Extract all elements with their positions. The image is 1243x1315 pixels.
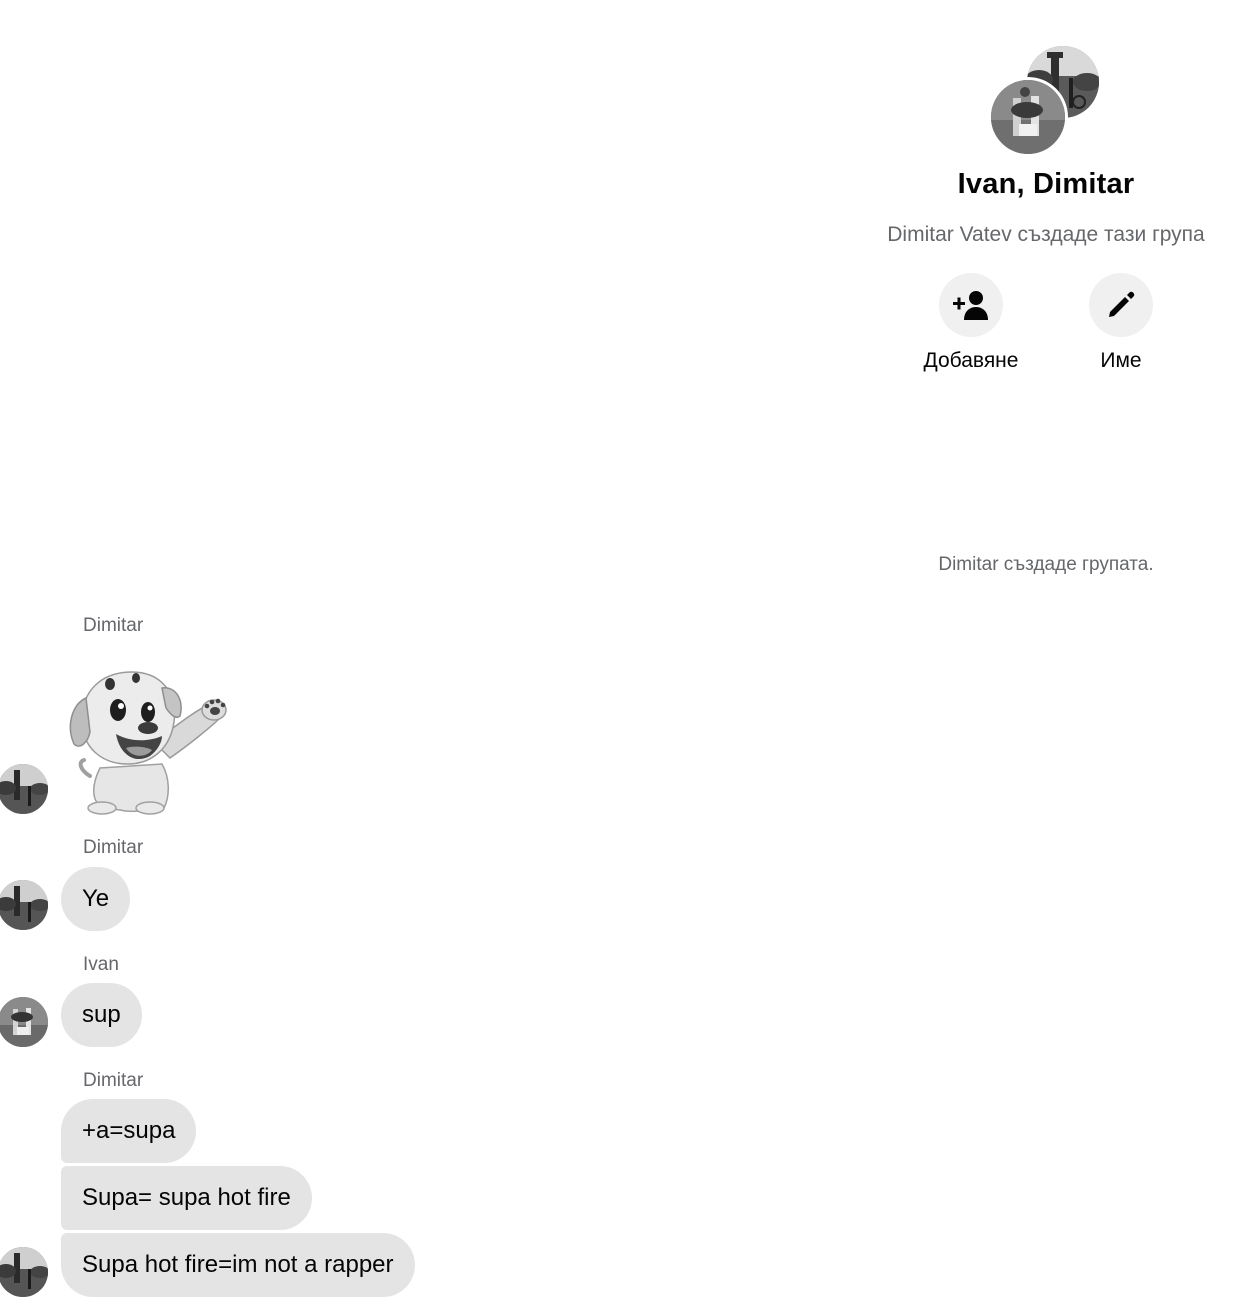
ivan-avatar[interactable] bbox=[0, 997, 48, 1047]
message-bubble[interactable]: Supa hot fire=im not a rapper bbox=[61, 1233, 415, 1297]
dimitar-avatar[interactable] bbox=[0, 1247, 48, 1297]
sender-name: Ivan bbox=[83, 954, 119, 975]
sender-name: Dimitar bbox=[83, 1070, 144, 1091]
sender-name: Dimitar bbox=[83, 615, 144, 636]
chat-window: Ivan, Dimitar Dimitar Vatev създаде тази… bbox=[0, 0, 1243, 1315]
message-bubble[interactable]: Ye bbox=[61, 867, 131, 931]
message-bubble[interactable]: Supa= supa hot fire bbox=[61, 1166, 312, 1230]
group-header: Ivan, Dimitar Dimitar Vatev създаде тази… bbox=[846, 40, 1243, 373]
message-bubble[interactable]: +a=supa bbox=[61, 1099, 197, 1163]
add-people-button[interactable]: Добавяне bbox=[916, 273, 1026, 373]
ivan-avatar bbox=[991, 80, 1065, 154]
group-actions: Добавяне Име bbox=[846, 273, 1243, 373]
group-created-notice: Dimitar създаде групата. bbox=[938, 554, 1154, 575]
dimitar-avatar[interactable] bbox=[0, 764, 48, 814]
rename-group-button[interactable]: Име bbox=[1066, 273, 1176, 373]
sender-name: Dimitar bbox=[83, 837, 144, 858]
add-person-icon bbox=[939, 273, 1003, 337]
group-created-by-text: Dimitar Vatev създаде тази група bbox=[887, 223, 1205, 246]
message-bubble[interactable]: sup bbox=[61, 983, 142, 1047]
rename-group-label: Име bbox=[1100, 349, 1142, 372]
pencil-icon bbox=[1089, 273, 1153, 337]
waving-dog-sticker[interactable] bbox=[66, 664, 230, 816]
group-title: Ivan, Dimitar bbox=[957, 168, 1135, 200]
group-avatar[interactable] bbox=[991, 40, 1101, 156]
dimitar-avatar[interactable] bbox=[0, 880, 48, 930]
add-people-label: Добавяне bbox=[923, 349, 1019, 372]
